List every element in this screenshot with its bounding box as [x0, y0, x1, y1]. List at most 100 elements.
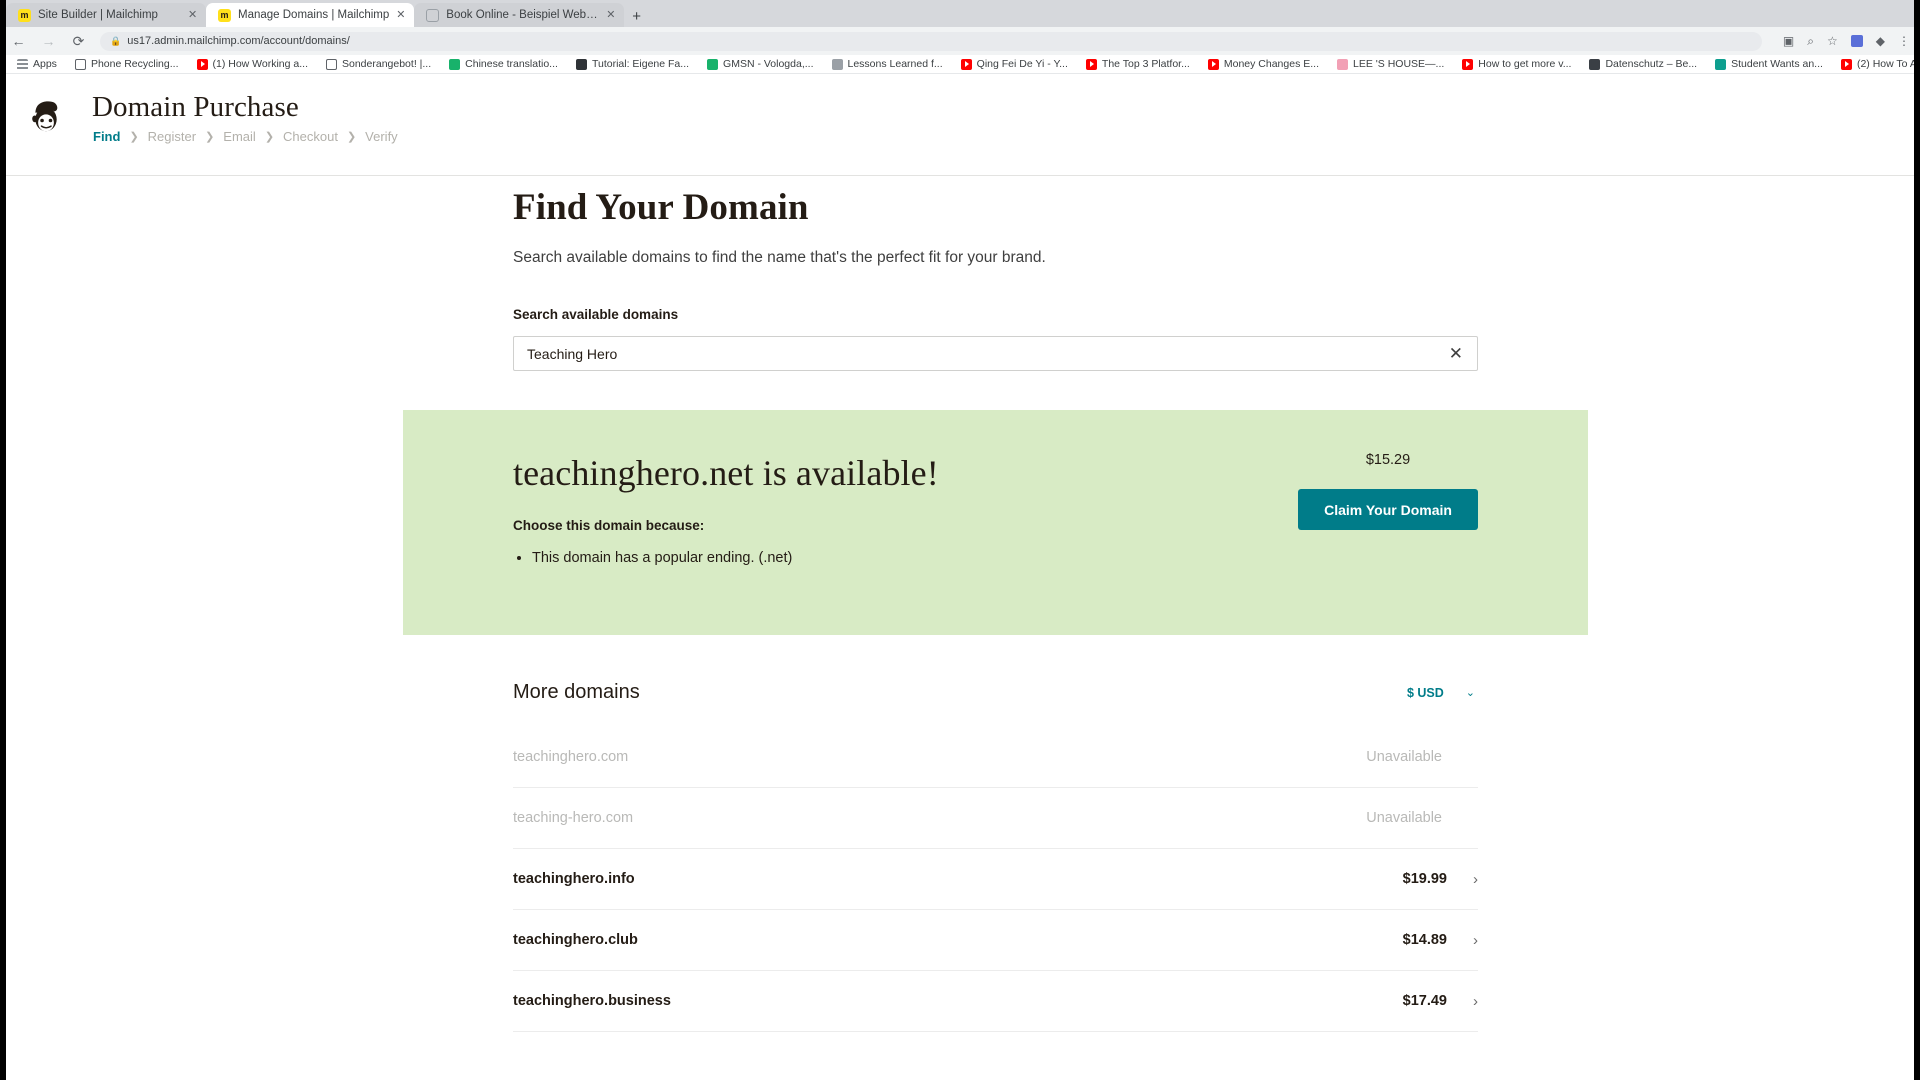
tab-title: Book Online - Beispiel Websei	[446, 9, 600, 21]
search-input[interactable]: Teaching Hero ✕	[513, 336, 1478, 371]
search-input-value: Teaching Hero	[527, 345, 618, 362]
clear-icon[interactable]: ✕	[1449, 345, 1463, 362]
domain-row-right: $14.89 ›	[1403, 932, 1478, 948]
address-bar-url: us17.admin.mailchimp.com/account/domains…	[127, 35, 350, 47]
availability-reason: This domain has a popular ending. (.net)	[532, 548, 1588, 570]
page-icon	[326, 58, 337, 70]
apps-grid-icon	[17, 58, 28, 70]
availability-price-column: $15.29 Claim Your Domain	[1298, 452, 1478, 530]
breadcrumb-step-email[interactable]: Email	[223, 129, 256, 144]
chevron-down-icon: ⌄	[1465, 687, 1475, 699]
back-icon[interactable]: ←	[10, 34, 27, 48]
availability-banner: teachinghero.net is available! Choose th…	[403, 410, 1588, 635]
chevron-right-icon[interactable]: ›	[1473, 872, 1478, 887]
bookmark-item[interactable]: The Top 3 Platfor...	[1077, 58, 1199, 70]
bookmark-label: The Top 3 Platfor...	[1101, 58, 1190, 70]
status-badge: Unavailable	[1366, 810, 1442, 826]
hash-icon	[575, 58, 587, 70]
currency-selector[interactable]: $ USD ⌄	[1407, 686, 1478, 700]
bookmark-item[interactable]: Lessons Learned f...	[823, 58, 952, 70]
reload-icon[interactable]: ⟳	[70, 34, 87, 48]
table-row: teachinghero.com Unavailable	[513, 727, 1478, 788]
bookmark-item[interactable]: Datenschutz – Be...	[1580, 58, 1706, 70]
status-badge: Unavailable	[1366, 749, 1442, 765]
more-domains-title: More domains	[513, 681, 640, 703]
table-row[interactable]: teachinghero.info $19.99 ›	[513, 849, 1478, 910]
domain-row-right: $19.99 ›	[1403, 871, 1478, 887]
bookmark-item[interactable]: GMSN - Vologda,...	[698, 58, 822, 70]
chevron-right-icon: ❯	[205, 131, 215, 143]
bookmark-label: Lessons Learned f...	[847, 58, 943, 70]
bookmark-label: Money Changes E...	[1223, 58, 1319, 70]
bookmark-item[interactable]: LEE 'S HOUSE—...	[1328, 58, 1453, 70]
zoom-icon[interactable]: ⌕	[1807, 35, 1814, 47]
breadcrumb: Find ❯ Register ❯ Email ❯ Checkout ❯ Ver…	[93, 129, 398, 144]
bookmark-item[interactable]: Phone Recycling...	[66, 58, 188, 70]
translate-icon[interactable]: ▣	[1783, 35, 1794, 47]
toolbar-icons: ▣ ⌕ ☆ ◆ ⋮	[1775, 35, 1910, 47]
new-tab-button[interactable]: +	[632, 9, 641, 24]
youtube-icon	[1207, 58, 1219, 70]
bookmarks-bar: Apps Phone Recycling... (1) How Working …	[0, 55, 1920, 74]
breadcrumb-step-checkout[interactable]: Checkout	[283, 129, 338, 144]
bookmark-item[interactable]: How to get more v...	[1453, 58, 1580, 70]
breadcrumb-step-find[interactable]: Find	[93, 129, 120, 144]
browser-tab-0[interactable]: m Site Builder | Mailchimp ✕	[6, 3, 206, 27]
close-icon[interactable]: ✕	[396, 9, 406, 21]
bookmark-label: How to get more v...	[1478, 58, 1572, 70]
claim-your-domain-button[interactable]: Claim Your Domain	[1298, 489, 1478, 530]
letterbox-right	[1914, 0, 1920, 1080]
page-header: Domain Purchase Find ❯ Register ❯ Email …	[0, 75, 1920, 176]
bookmark-item[interactable]: Sonderangebot! |...	[317, 58, 440, 70]
youtube-icon	[196, 58, 208, 70]
chevron-right-icon: ❯	[346, 131, 357, 143]
table-row[interactable]: teachinghero.business $17.49 ›	[513, 971, 1478, 1032]
bookmark-item[interactable]: (1) How Working a...	[188, 58, 318, 70]
main-heading: Find Your Domain	[513, 187, 809, 228]
bookmark-label: Datenschutz – Be...	[1605, 58, 1698, 70]
breadcrumb-step-verify[interactable]: Verify	[365, 129, 398, 144]
chevron-right-icon[interactable]: ›	[1473, 994, 1478, 1009]
domain-name: teaching-hero.com	[513, 810, 634, 826]
chevron-right-icon[interactable]: ›	[1473, 933, 1478, 948]
profile-icon[interactable]	[1850, 35, 1863, 47]
browser-toolbar: ← → ⟳ 🔒 us17.admin.mailchimp.com/account…	[0, 27, 1920, 55]
bookmark-label: Tutorial: Eigene Fa...	[591, 58, 690, 70]
tab-title: Manage Domains | Mailchimp	[238, 9, 390, 21]
bookmark-label: Phone Recycling...	[90, 58, 179, 70]
table-row: teaching-hero.com Unavailable	[513, 788, 1478, 849]
bookmark-item[interactable]: (2) How To Add A...	[1832, 58, 1920, 70]
extension-icon[interactable]: ◆	[1876, 35, 1885, 47]
bookmark-item[interactable]: Qing Fei De Yi - Y...	[952, 58, 1077, 70]
search-field-label: Search available domains	[513, 307, 679, 322]
pink-icon	[1337, 58, 1348, 70]
bookmark-item[interactable]: Student Wants an...	[1706, 58, 1832, 70]
browser-tab-2[interactable]: Book Online - Beispiel Websei ✕	[414, 3, 625, 27]
bookmark-label: Sonderangebot! |...	[342, 58, 432, 70]
bookmark-label: GMSN - Vologda,...	[723, 58, 814, 70]
bookmark-star-icon[interactable]: ☆	[1827, 35, 1838, 47]
page-title: Domain Purchase	[92, 91, 299, 123]
availability-reasons: This domain has a popular ending. (.net)	[513, 548, 1588, 570]
domain-name: teachinghero.club	[513, 932, 638, 948]
domain-name: teachinghero.com	[513, 749, 629, 765]
content-column: Find Your Domain Search available domain…	[403, 176, 1588, 1032]
more-domains-header: More domains $ USD ⌄	[513, 681, 1478, 704]
bookmark-item[interactable]: Apps	[8, 58, 66, 70]
bookmark-label: Qing Fei De Yi - Y...	[976, 58, 1068, 70]
youtube-icon	[1462, 58, 1474, 70]
bookmark-item[interactable]: Money Changes E...	[1199, 58, 1328, 70]
bookmark-item[interactable]: Tutorial: Eigene Fa...	[567, 58, 698, 70]
forward-icon[interactable]: →	[40, 34, 57, 48]
table-row[interactable]: teachinghero.club $14.89 ›	[513, 910, 1478, 971]
mailchimp-icon: m	[218, 8, 231, 22]
breadcrumb-step-register[interactable]: Register	[148, 129, 196, 144]
domain-list: teachinghero.com Unavailable teaching-he…	[513, 727, 1478, 1032]
domain-price: $17.49	[1402, 993, 1447, 1009]
close-icon[interactable]: ✕	[188, 9, 198, 21]
browser-tab-1[interactable]: m Manage Domains | Mailchimp ✕	[206, 3, 415, 27]
close-icon[interactable]: ✕	[606, 9, 616, 21]
address-bar[interactable]: 🔒 us17.admin.mailchimp.com/account/domai…	[100, 31, 1762, 51]
menu-icon[interactable]: ⋮	[1898, 35, 1910, 47]
bookmark-item[interactable]: Chinese translatio...	[440, 58, 567, 70]
